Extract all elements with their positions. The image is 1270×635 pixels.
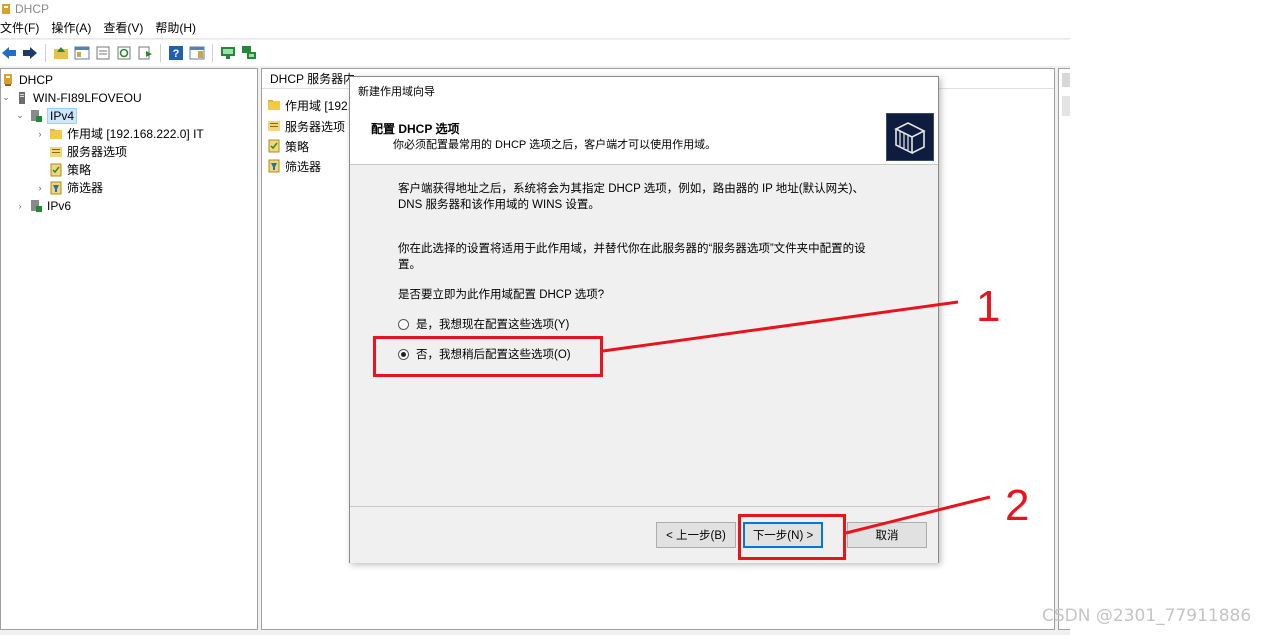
up-folder-icon[interactable] <box>52 44 70 62</box>
menu-action[interactable]: 操作(A) <box>51 19 97 36</box>
chevron-down-icon[interactable]: ⌄ <box>1 92 11 103</box>
list-item-label: 筛选器 <box>285 159 322 174</box>
cancel-button[interactable]: 取消 <box>847 522 927 548</box>
properties-icon[interactable] <box>94 44 112 62</box>
paragraph-line: DNS 服务器和该作用域的 WINS 设置。 <box>398 199 600 211</box>
policy-icon <box>49 163 63 177</box>
tree-label: 作用域 [192.168.222.0] IT <box>67 127 204 141</box>
radio-button-yes[interactable] <box>398 318 409 330</box>
export-list-icon[interactable] <box>136 44 154 62</box>
toolbar-separator <box>160 44 161 62</box>
dialog-title: 新建作用域向导 <box>350 77 938 105</box>
annotation-highlight-option <box>373 336 603 377</box>
chevron-down-icon[interactable]: ⌄ <box>15 110 25 121</box>
server-options-icon <box>267 119 281 133</box>
paragraph-line: 置。 <box>398 259 421 271</box>
console-tree: DHCP ⌄ WIN-FI89LFOVEOU ⌄ IPv4 › 作用域 [192… <box>0 68 258 630</box>
menu-file[interactable]: 文件(F) <box>0 19 45 36</box>
tree-label: 筛选器 <box>67 181 104 195</box>
watermark: CSDN @2301_77911886 <box>1042 606 1252 626</box>
radio-option-yes[interactable]: 是，我想现在配置这些选项(Y) <box>398 315 569 333</box>
help-icon[interactable]: ? <box>167 44 185 62</box>
actions-item[interactable] <box>1062 96 1070 116</box>
list-item[interactable]: 作用域 [192. <box>267 96 351 114</box>
question-text: 是否要立即为此作用域配置 DHCP 选项? <box>398 289 605 301</box>
toolbar: ? <box>0 40 1070 66</box>
window-title: DHCP <box>15 1 50 16</box>
server-icon <box>15 91 29 105</box>
paragraph-line: 你在此选择的设置将适用于此作用域，并替代你在此服务器的“服务器选项”文件夹中配置… <box>398 243 866 255</box>
dhcp-app-icon <box>1 3 11 15</box>
toolbar-separator <box>45 44 46 62</box>
tree-label: IPv4 <box>47 107 78 124</box>
folder-icon <box>49 127 63 141</box>
menu-bar: 文件(F) 操作(A) 查看(V) 帮助(H) <box>0 17 1070 39</box>
status-bar <box>0 630 1070 635</box>
wizard-heading: 配置 DHCP 选项 <box>371 122 460 136</box>
refresh-icon[interactable] <box>115 44 133 62</box>
annotation-marker-1: 1 <box>976 282 1001 331</box>
forward-arrow-icon[interactable] <box>21 44 39 62</box>
tree-label: 策略 <box>67 163 92 177</box>
tree-item-server-options[interactable]: 服务器选项 <box>49 143 127 160</box>
title-bar: DHCP <box>0 0 1070 17</box>
new-scope-wizard-dialog: 新建作用域向导 配置 DHCP 选项 你必须配置最常用的 DHCP 选项之后，客… <box>349 76 939 563</box>
tree-item-filters[interactable]: › 筛选器 <box>35 179 103 196</box>
policy-icon <box>267 139 281 153</box>
action-pane-icon[interactable] <box>188 44 206 62</box>
show-hide-tree-icon[interactable] <box>73 44 91 62</box>
server-options-icon <box>49 145 63 159</box>
list-item-label: 作用域 [192. <box>285 98 352 113</box>
tree-item-policies[interactable]: 策略 <box>49 161 91 178</box>
annotation-highlight-next <box>738 514 846 560</box>
filter-icon <box>267 159 281 173</box>
wizard-subheading: 你必须配置最常用的 DHCP 选项之后，客户端才可以使用作用域。 <box>393 139 717 151</box>
network-icon[interactable] <box>240 44 258 62</box>
list-item[interactable]: 筛选器 <box>267 157 321 175</box>
actions-pane <box>1058 68 1070 630</box>
actions-header[interactable] <box>1062 73 1070 87</box>
tree-label: WIN-FI89LFOVEOU <box>33 90 142 105</box>
list-item[interactable]: 策略 <box>267 137 309 155</box>
menu-view[interactable]: 查看(V) <box>103 19 149 36</box>
list-item-label: 服务器选项 <box>285 119 346 134</box>
folder-icon <box>267 98 281 112</box>
wizard-header: 配置 DHCP 选项 你必须配置最常用的 DHCP 选项之后，客户端才可以使用作… <box>350 105 938 165</box>
ipv6-icon <box>29 199 43 213</box>
menu-help[interactable]: 帮助(H) <box>155 19 202 36</box>
filter-icon <box>49 181 63 195</box>
tree-label: 服务器选项 <box>67 145 128 159</box>
tree-label: DHCP <box>19 72 54 87</box>
toolbar-separator <box>212 44 213 62</box>
wizard-book-icon <box>886 113 934 161</box>
back-arrow-icon[interactable] <box>0 44 18 62</box>
description-paragraph-2: 你在此选择的设置将适用于此作用域，并替代你在此服务器的“服务器选项”文件夹中配置… <box>398 241 888 273</box>
tree-item-ipv6[interactable]: › IPv6 <box>15 197 72 214</box>
annotation-marker-2: 2 <box>1005 481 1030 530</box>
tree-item-dhcp[interactable]: DHCP <box>1 71 53 88</box>
radio-label-yes: 是，我想现在配置这些选项(Y) <box>416 319 570 331</box>
paragraph-line: 客户端获得地址之后，系统将会为其指定 DHCP 选项，例如，路由器的 IP 地址… <box>398 183 864 195</box>
list-item-label: 策略 <box>285 139 310 154</box>
monitor-icon[interactable] <box>219 44 237 62</box>
description-paragraph-1: 客户端获得地址之后，系统将会为其指定 DHCP 选项，例如，路由器的 IP 地址… <box>398 181 888 213</box>
dhcp-root-icon <box>1 73 15 87</box>
svg-text:?: ? <box>173 48 180 60</box>
chevron-right-icon[interactable]: › <box>35 183 45 193</box>
chevron-right-icon[interactable]: › <box>15 201 25 211</box>
tree-label: IPv6 <box>47 198 72 213</box>
back-button[interactable]: < 上一步(B) <box>656 522 736 548</box>
tree-item-scope[interactable]: › 作用域 [192.168.222.0] IT <box>35 125 204 142</box>
tree-item-ipv4[interactable]: ⌄ IPv4 <box>15 107 78 124</box>
list-item[interactable]: 服务器选项 <box>267 117 345 135</box>
tree-item-server[interactable]: ⌄ WIN-FI89LFOVEOU <box>1 89 142 106</box>
ipv4-icon <box>29 109 43 123</box>
chevron-right-icon[interactable]: › <box>35 129 45 139</box>
